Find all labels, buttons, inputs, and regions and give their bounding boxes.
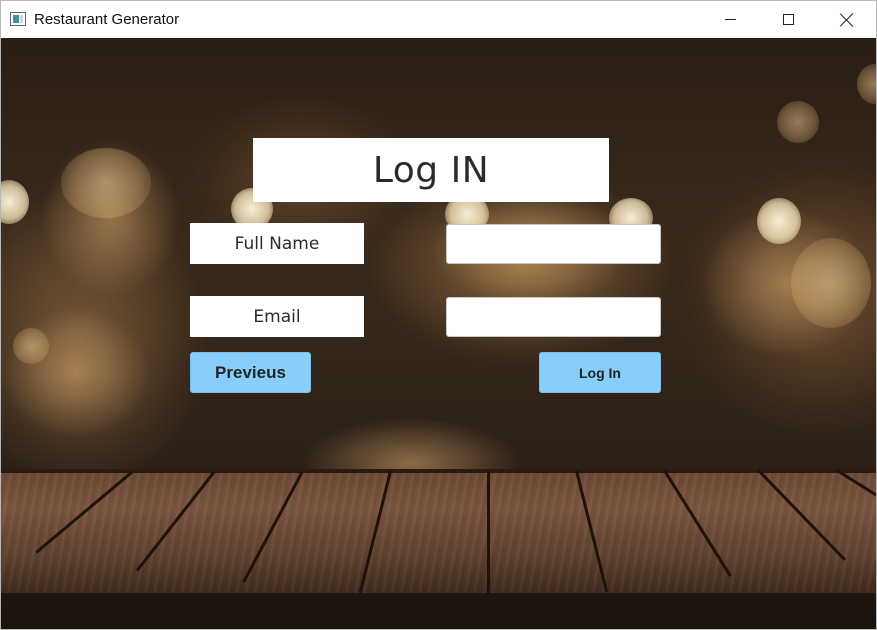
close-icon xyxy=(840,13,854,27)
app-window: Restaurant Generator Log IN Full Name Em… xyxy=(0,0,877,630)
title-bar[interactable]: Restaurant Generator xyxy=(1,1,876,38)
wood-grain xyxy=(1,471,876,593)
bokeh-light xyxy=(777,101,819,143)
bokeh-light xyxy=(857,64,876,104)
maximize-button[interactable] xyxy=(759,1,817,38)
minimize-icon xyxy=(724,19,736,20)
minimize-button[interactable] xyxy=(701,1,759,38)
login-heading: Log IN xyxy=(372,149,490,191)
full-name-field[interactable] xyxy=(446,224,661,264)
bokeh-light xyxy=(757,198,801,244)
window-title: Restaurant Generator xyxy=(34,11,180,28)
bokeh-light xyxy=(791,238,871,328)
app-window-icon xyxy=(10,12,26,26)
background-glow xyxy=(1,308,151,438)
email-field[interactable] xyxy=(446,297,661,337)
bokeh-light xyxy=(1,180,29,224)
maximize-icon xyxy=(782,14,794,25)
plank-line xyxy=(487,471,490,596)
full-name-label: Full Name xyxy=(190,223,364,264)
email-label: Email xyxy=(190,296,364,337)
login-button[interactable]: Log In xyxy=(539,352,661,393)
bokeh-light xyxy=(61,148,151,218)
previous-button[interactable]: Previeus xyxy=(190,352,311,393)
close-button[interactable] xyxy=(818,1,876,38)
login-heading-panel: Log IN xyxy=(253,138,609,202)
bokeh-light xyxy=(13,328,49,364)
